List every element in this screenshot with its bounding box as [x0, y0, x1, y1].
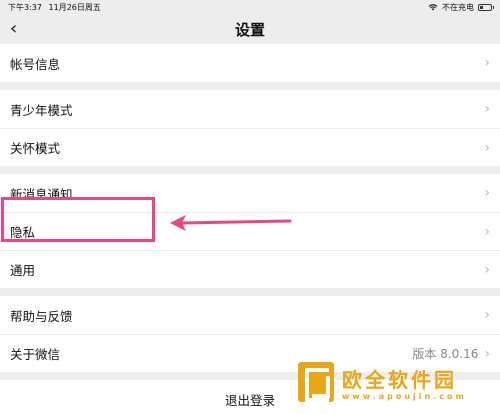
settings-group-modes: 青少年模式 › 关怀模式 ›	[0, 90, 500, 166]
watermark-title: 欧全软件园	[342, 368, 457, 392]
chevron-right-icon: ›	[484, 223, 490, 240]
privacy-highlight-box	[1, 197, 155, 242]
chevron-right-icon: ›	[484, 55, 490, 71]
page-title: 设置	[234, 20, 265, 39]
settings-item-teen-mode[interactable]: 青少年模式 ›	[0, 90, 500, 128]
nav-bar: ‹ 设置	[0, 14, 500, 44]
watermark-logo-icon	[298, 362, 334, 402]
status-date: 11月26日周五	[48, 2, 101, 12]
settings-item-account-info[interactable]: 帐号信息 ›	[0, 44, 500, 82]
chevron-right-icon: ›	[484, 185, 490, 201]
charging-status: 不在充电	[442, 2, 474, 12]
logout-label: 退出登录	[224, 392, 275, 408]
battery-icon	[478, 3, 494, 11]
status-time: 下午3:37	[8, 2, 42, 12]
wifi-icon	[428, 4, 438, 11]
settings-item-label: 帮助与反馈	[10, 308, 73, 324]
status-bar: 下午3:37 11月26日周五 不在充电	[0, 0, 500, 14]
status-right: 不在充电	[428, 2, 494, 13]
chevron-right-icon: ›	[484, 307, 490, 323]
chevron-right-icon: ›	[484, 261, 490, 278]
status-left: 下午3:37 11月26日周五	[8, 2, 101, 13]
chevron-right-icon: ›	[484, 101, 490, 117]
settings-item-care-mode[interactable]: 关怀模式 ›	[0, 128, 500, 166]
settings-group-account: 帐号信息 ›	[0, 44, 500, 82]
settings-item-help-feedback[interactable]: 帮助与反馈 ›	[0, 296, 500, 334]
watermark-url: www.apoujin.com	[342, 392, 467, 401]
chevron-right-icon: ›	[484, 139, 490, 156]
settings-item-label: 帐号信息	[10, 56, 61, 72]
settings-item-label: 通用	[10, 263, 36, 278]
settings-item-label: 关怀模式	[10, 141, 61, 156]
watermark: 欧全软件园 www.apoujin.com	[294, 360, 494, 410]
settings-item-label: 青少年模式	[10, 102, 73, 118]
settings-item-general[interactable]: 通用 ›	[0, 250, 500, 288]
pointer-arrow-icon	[170, 215, 292, 231]
battery-level	[480, 5, 483, 9]
back-icon[interactable]: ‹	[10, 19, 17, 39]
